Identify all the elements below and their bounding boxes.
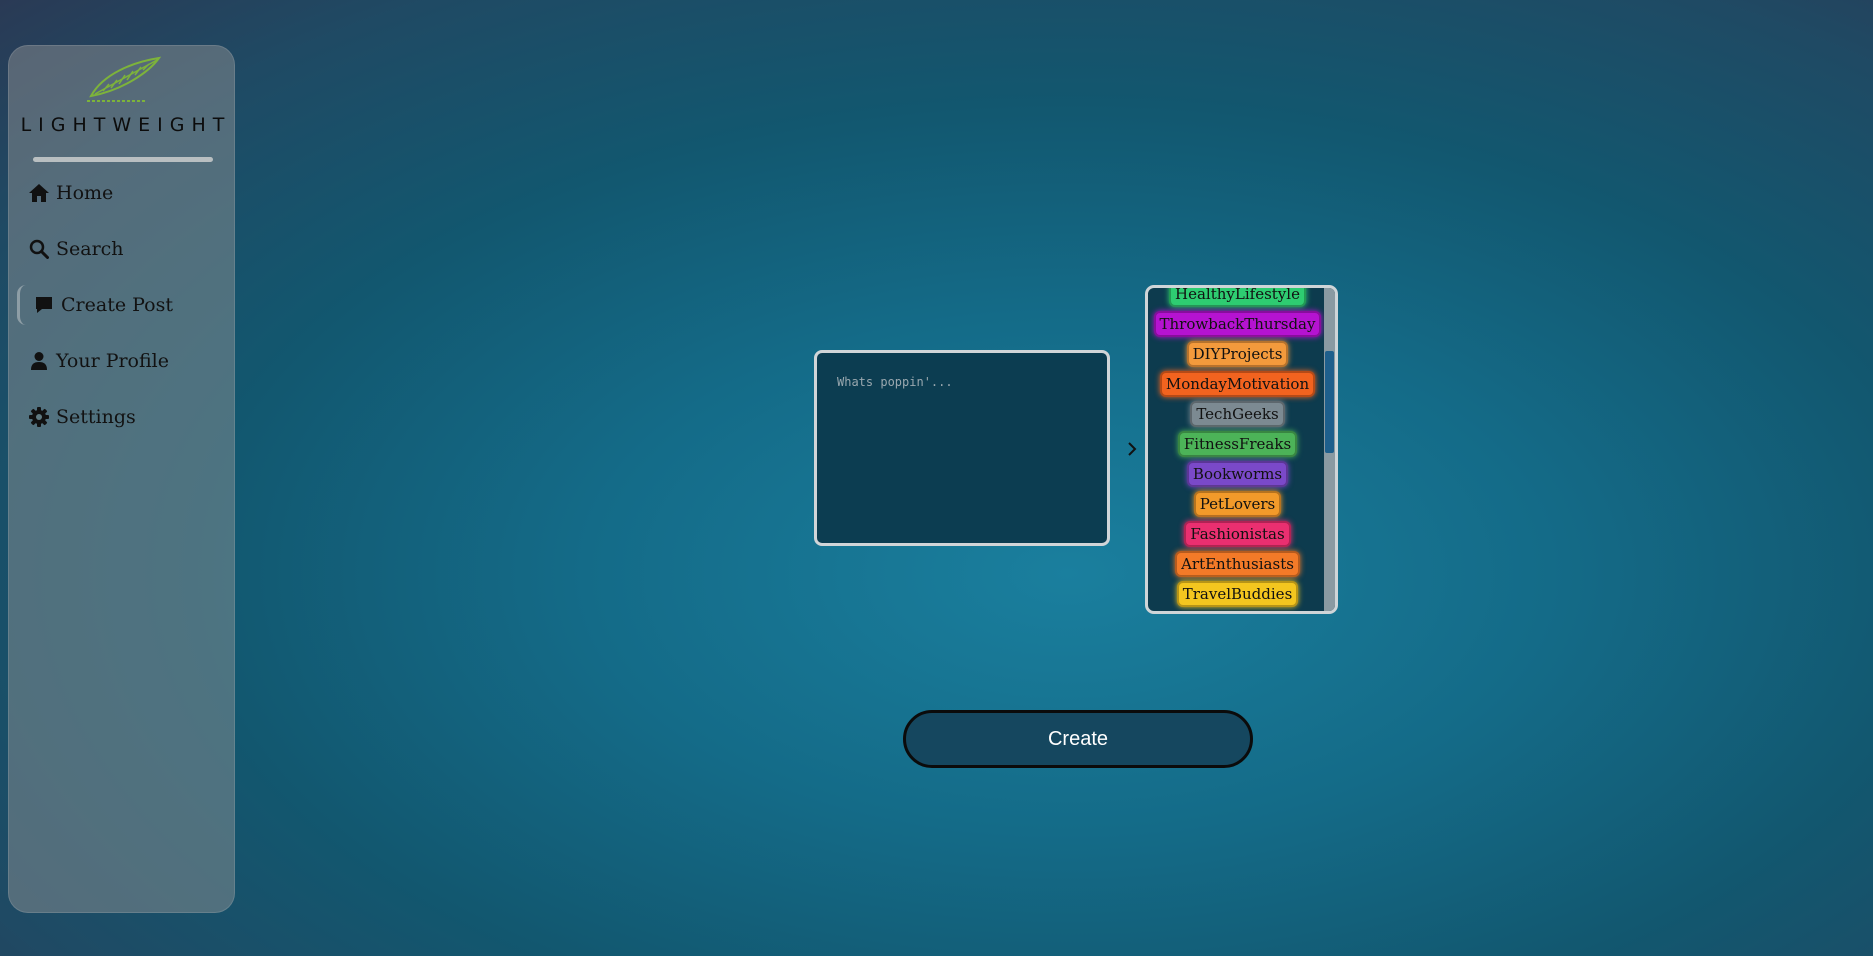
tag-chip[interactable]: ThrowbackThursday	[1153, 311, 1322, 337]
sidebar-divider	[33, 157, 213, 162]
tag-row: DIYProjects	[1148, 341, 1327, 367]
comment-icon	[32, 293, 56, 317]
gear-icon	[27, 405, 51, 429]
logo	[9, 54, 236, 106]
sidebar: LIGHTWEIGHT Home Search Create Post Your…	[8, 45, 235, 913]
sidebar-item-label: Your Profile	[56, 350, 169, 372]
tag-row: MondayMotivation	[1148, 371, 1327, 397]
tag-chip[interactable]: TechGeeks	[1190, 401, 1285, 427]
tag-scrollbar[interactable]	[1324, 288, 1335, 611]
tag-row: ArtEnthusiasts	[1148, 551, 1327, 577]
tag-chip[interactable]: PetLovers	[1193, 491, 1282, 517]
search-icon	[27, 237, 51, 261]
home-icon	[27, 181, 51, 205]
sidebar-item-settings[interactable]: Settings	[27, 397, 136, 437]
sidebar-item-search[interactable]: Search	[27, 229, 124, 269]
tag-chip[interactable]: ArtEnthusiasts	[1175, 551, 1300, 577]
sidebar-item-your-profile[interactable]: Your Profile	[27, 341, 169, 381]
tag-picker[interactable]: HealthyLifestyle ThrowbackThursday DIYProj…	[1145, 285, 1338, 614]
sidebar-item-label: Search	[56, 238, 124, 260]
tag-chip[interactable]: FitnessFreaks	[1177, 431, 1298, 457]
brand-wordmark: LIGHTWEIGHT	[20, 114, 232, 136]
tag-scrollbar-thumb[interactable]	[1325, 351, 1334, 453]
tag-chip[interactable]: HealthyLifestyle	[1169, 288, 1306, 307]
sidebar-item-label: Home	[56, 182, 114, 204]
tag-row: TechGeeks	[1148, 401, 1327, 427]
sidebar-item-label: Settings	[56, 406, 136, 428]
tag-chip[interactable]: Fashionistas	[1184, 521, 1291, 547]
post-text-input[interactable]	[814, 350, 1110, 546]
tag-row: ThrowbackThursday	[1148, 311, 1327, 337]
sidebar-item-create-post[interactable]: Create Post	[17, 285, 173, 325]
tag-chip[interactable]: MondayMotivation	[1159, 371, 1316, 397]
user-icon	[27, 349, 51, 373]
tag-chip[interactable]: TravelBuddies	[1176, 581, 1299, 607]
tag-row: HealthyLifestyle	[1148, 288, 1327, 307]
chevron-right-icon[interactable]	[1125, 438, 1139, 460]
tag-row: Fashionistas	[1148, 521, 1327, 547]
tag-chip[interactable]: DIYProjects	[1186, 341, 1289, 367]
tag-row: Bookworms	[1148, 461, 1327, 487]
create-button[interactable]: Create	[903, 710, 1253, 768]
sidebar-item-home[interactable]: Home	[27, 173, 113, 213]
tag-row: PetLovers	[1148, 491, 1327, 517]
tag-chip[interactable]: Bookworms	[1186, 461, 1289, 487]
tag-row: TravelBuddies	[1148, 581, 1327, 607]
sidebar-item-label: Create Post	[61, 294, 173, 316]
feather-logo-icon	[86, 56, 161, 102]
tag-row: FitnessFreaks	[1148, 431, 1327, 457]
